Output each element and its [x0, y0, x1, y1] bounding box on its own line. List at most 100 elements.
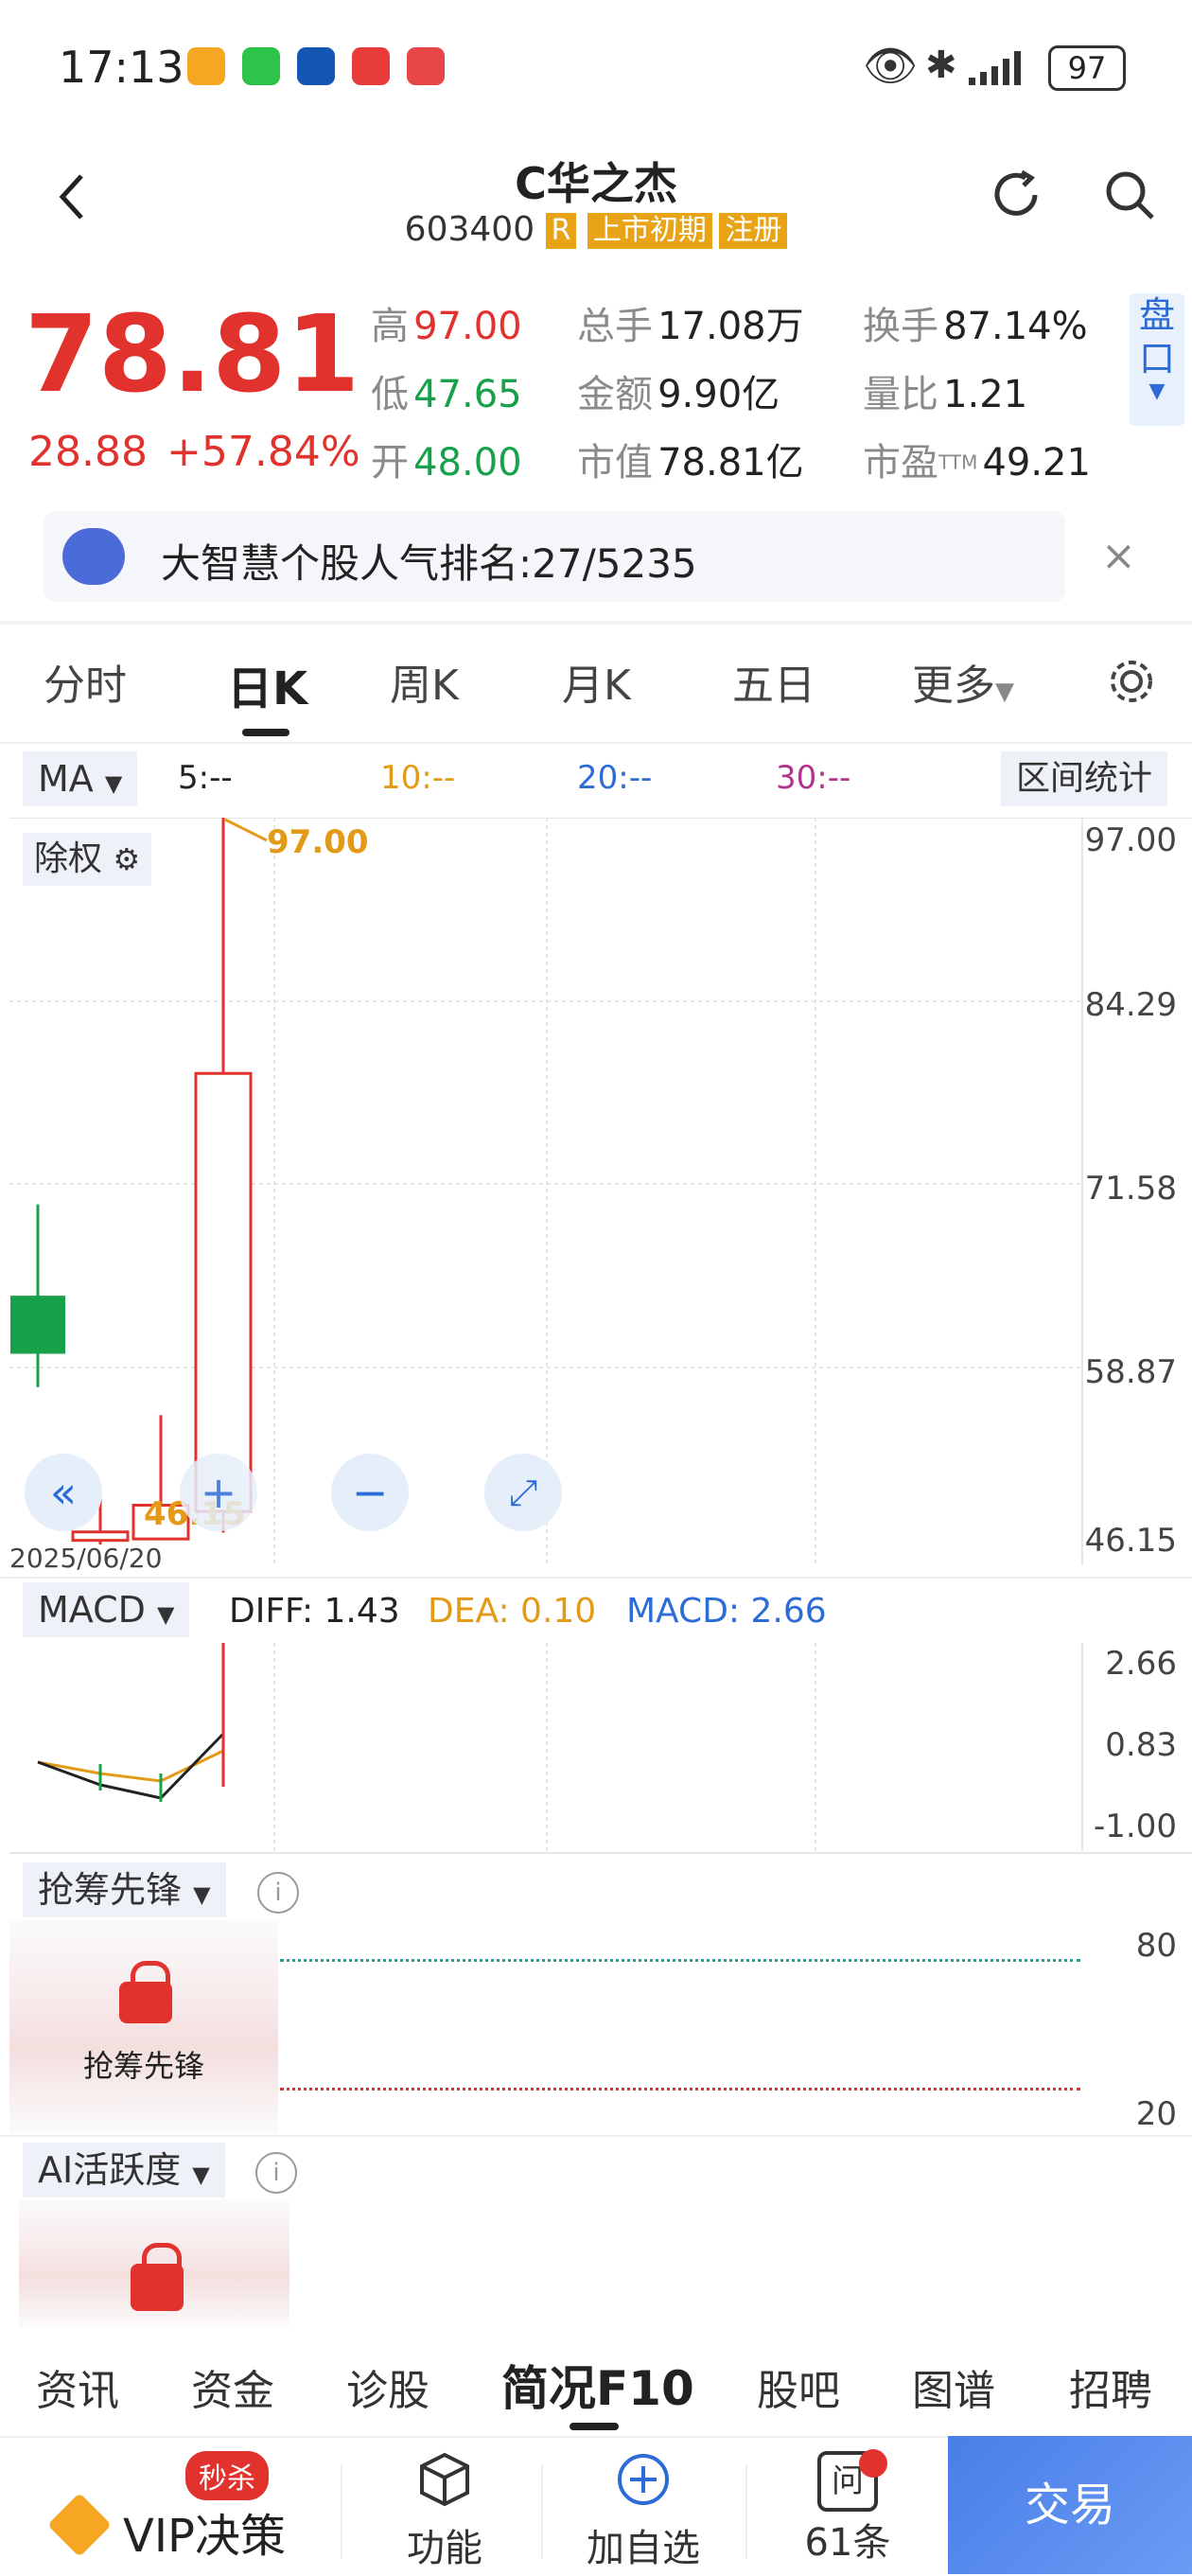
- vip-decision-button[interactable]: VIP决策: [123, 2498, 286, 2565]
- macd-chart[interactable]: 2.66 0.83 -1.00: [9, 1643, 1192, 1855]
- tab-graph[interactable]: 图谱: [912, 2356, 995, 2417]
- weibo-icon: [187, 47, 225, 85]
- whale-logo-icon: [62, 528, 125, 585]
- price-change-pct: +57.84%: [167, 428, 360, 476]
- price-change: 28.88: [28, 428, 148, 476]
- settings-gear-icon[interactable]: [1107, 657, 1156, 706]
- tab-news[interactable]: 资讯: [36, 2356, 119, 2417]
- gear-icon: ⚙: [113, 841, 141, 877]
- tab-funds[interactable]: 资金: [191, 2356, 274, 2417]
- tab-active-indicator: [242, 729, 289, 736]
- tab-five-day[interactable]: 五日: [732, 651, 815, 712]
- tab-more[interactable]: 更多▼: [912, 651, 1014, 712]
- y-axis-label: 84.29: [1084, 986, 1177, 1024]
- huawei-icon: [407, 47, 445, 85]
- tab-jobs[interactable]: 招聘: [1069, 2356, 1152, 2417]
- fullscreen-icon[interactable]: ⤢: [484, 1454, 562, 1531]
- wechat-icon: [242, 47, 280, 85]
- tab-daily-k[interactable]: 日K: [227, 651, 307, 717]
- ask-button[interactable]: 问 61条: [781, 2451, 914, 2567]
- ex-rights-chip[interactable]: 除权 ⚙: [23, 833, 152, 886]
- y-axis-label: 46.15: [1084, 1522, 1177, 1560]
- y-axis-label: 71.58: [1084, 1170, 1177, 1208]
- chip-pioneer-dropdown[interactable]: 抢筹先锋 ▼: [23, 1862, 226, 1917]
- search-icon[interactable]: [1103, 168, 1158, 223]
- amount-row: 金额 9.90亿: [577, 373, 780, 416]
- high-marker: 97.00: [267, 823, 369, 861]
- macd-dea: DEA: 0.10: [428, 1592, 597, 1631]
- date-label: 2025/06/20: [9, 1543, 163, 1574]
- macd-dropdown[interactable]: MACD ▼: [23, 1582, 190, 1637]
- banner-text: 大智慧个股人气排名:27/5235: [161, 540, 697, 587]
- zoom-in-icon[interactable]: +: [180, 1454, 257, 1531]
- candle-body: [10, 1296, 65, 1354]
- volume-ratio-row: 量比 1.21: [863, 373, 1028, 416]
- zoom-out-icon[interactable]: −: [331, 1454, 409, 1531]
- kline-svg: [9, 818, 1192, 1565]
- tab-intraday[interactable]: 分时: [44, 651, 127, 712]
- kline-chart[interactable]: 除权 ⚙ 97.00 46.15 2025/06/20 97.00 84.29 …: [9, 818, 1192, 1575]
- scroll-left-icon[interactable]: «: [25, 1454, 102, 1531]
- bluetooth-icon: ✱: [925, 44, 957, 87]
- interval-stats-button[interactable]: 区间统计: [1001, 751, 1168, 806]
- ma5-value: 5:--: [178, 759, 233, 797]
- candle-body: [71, 1530, 130, 1543]
- status-bar: 17:13 👁 ✱ 97: [0, 0, 1192, 132]
- lock-icon: [131, 2243, 184, 2311]
- turnover-row: 换手 87.14%: [863, 305, 1088, 348]
- notification-dot: [859, 2449, 887, 2478]
- lock-icon: [119, 1961, 172, 2023]
- popularity-banner[interactable]: 大智慧个股人气排名:27/5235: [44, 511, 1065, 602]
- eye-icon: 👁: [863, 40, 919, 91]
- tab-diagnosis[interactable]: 诊股: [346, 2356, 429, 2417]
- function-button[interactable]: 功能: [378, 2451, 511, 2572]
- macd-y-label: 2.66: [1105, 1645, 1177, 1683]
- add-circle-icon: [618, 2454, 669, 2505]
- upper-threshold-line: [280, 1959, 1080, 1962]
- lock-label: 抢筹先锋: [82, 2048, 204, 2084]
- pioneer-y-top: 80: [1135, 1927, 1177, 1965]
- pioneer-y-bottom: 20: [1135, 2095, 1177, 2133]
- y-axis-label: 97.00: [1084, 821, 1177, 859]
- vip-badge: 秒杀: [185, 2451, 269, 2500]
- candle-body: [194, 1071, 253, 1513]
- app-icon-blue: [297, 47, 335, 85]
- market-cap-row: 市值 78.81亿: [577, 441, 804, 485]
- trade-button[interactable]: 交易: [948, 2436, 1192, 2574]
- tab-f10[interactable]: 简况F10: [501, 2351, 694, 2419]
- low-row: 低 47.65: [371, 373, 522, 416]
- ai-activity-dropdown[interactable]: AI活跃度 ▼: [23, 2143, 225, 2197]
- ai-activity-locked-card[interactable]: [19, 2199, 289, 2328]
- panel-button[interactable]: 盘口 ▼: [1130, 293, 1184, 426]
- open-row: 开 48.00: [371, 441, 522, 485]
- macd-svg: [9, 1643, 1192, 1854]
- refresh-icon[interactable]: [990, 167, 1046, 223]
- y-axis-label: 58.87: [1084, 1353, 1177, 1391]
- tag-listing: 上市初期: [587, 213, 712, 249]
- info-icon[interactable]: i: [257, 1872, 299, 1914]
- cube-icon: [420, 2452, 469, 2507]
- ma20-value: 20:--: [577, 759, 653, 797]
- ma-dropdown[interactable]: MA ▼: [23, 751, 138, 806]
- close-icon[interactable]: ×: [1101, 532, 1136, 580]
- tag-registration: 注册: [719, 213, 788, 249]
- add-watchlist-button[interactable]: 加自选: [577, 2451, 710, 2572]
- macd-diff: DIFF: 1.43: [229, 1592, 400, 1631]
- tab-monthly-k[interactable]: 月K: [562, 651, 631, 712]
- status-time: 17:13: [59, 42, 184, 93]
- chip-pioneer-locked-card[interactable]: 抢筹先锋: [9, 1919, 278, 2133]
- app-icon-red: [352, 47, 390, 85]
- pe-row: 市盈TTM 49.21: [863, 441, 1091, 485]
- tab-weekly-k[interactable]: 周K: [390, 651, 459, 712]
- tab-forum[interactable]: 股吧: [757, 2356, 840, 2417]
- macd-y-label: 0.83: [1105, 1726, 1177, 1764]
- info-icon[interactable]: i: [255, 2152, 297, 2194]
- macd-value: MACD: 2.66: [626, 1592, 827, 1631]
- macd-y-label: -1.00: [1094, 1808, 1177, 1845]
- ma30-value: 30:--: [776, 759, 851, 797]
- ma10-value: 10:--: [380, 759, 456, 797]
- tag-r: R: [545, 213, 577, 249]
- bottom-tab-indicator: [570, 2423, 619, 2430]
- volume-row: 总手 17.08万: [577, 305, 804, 348]
- signal-icon: [969, 51, 1021, 85]
